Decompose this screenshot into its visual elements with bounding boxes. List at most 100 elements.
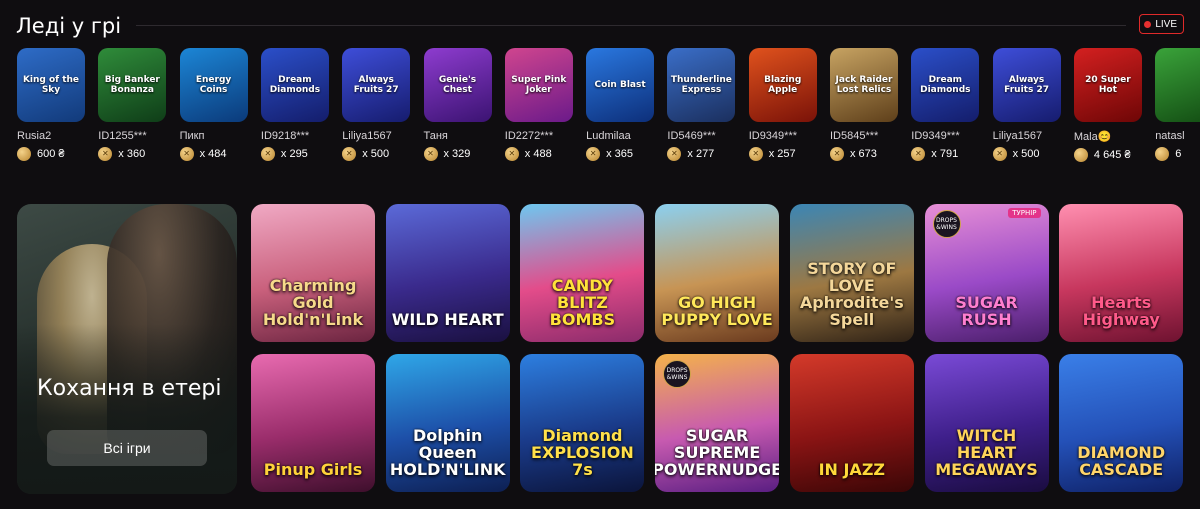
- winner-amount-row: x 277: [667, 147, 739, 161]
- winner-game-title: Big Banker Bonanza: [104, 75, 160, 95]
- game-card[interactable]: DROPS &WINS SUGAR SUPREME POWERNUDGE: [655, 354, 780, 492]
- section-header: Леді у грі LIVE: [16, 12, 1184, 40]
- winner-amount-row: x 484: [179, 147, 252, 161]
- section-title: Леді у грі: [16, 14, 122, 38]
- winner-game-title: Energy Coins: [195, 75, 232, 95]
- winner-username: natasl: [1155, 130, 1185, 142]
- winner-game-thumbnail[interactable]: Always Fruits 27: [992, 48, 1061, 122]
- coin-icon: [1073, 148, 1088, 162]
- promo-banner[interactable]: Кохання в етері Всі ігри: [17, 204, 237, 494]
- game-title: STORY OF LOVE Aphrodite's Spell: [799, 259, 904, 329]
- winner-amount-row: x 329: [423, 147, 496, 161]
- winner-game-thumbnail[interactable]: Jack Raider Lost Relics: [830, 48, 898, 122]
- game-card[interactable]: IN JAZZ: [789, 354, 914, 492]
- winner-game-thumbnail[interactable]: Always Fruits 27: [342, 48, 411, 122]
- winner-card[interactable]: Big Banker Bonanza ID1255*** x 360: [98, 48, 170, 161]
- game-card[interactable]: Diamond EXPLOSION 7s: [520, 354, 645, 492]
- game-title: CANDY BLITZ BOMBS: [549, 276, 616, 329]
- live-badge[interactable]: LIVE: [1139, 14, 1184, 34]
- game-card[interactable]: STORY OF LOVE Aphrodite's Spell: [789, 204, 914, 342]
- winner-game-thumbnail[interactable]: Dream Diamonds: [911, 48, 980, 122]
- coin-icon: [17, 147, 31, 161]
- winner-game-thumbnail[interactable]: Blazing Apple: [748, 48, 817, 122]
- winner-game-title: Coin Blast: [594, 80, 646, 90]
- winner-username: ID1255***: [98, 130, 147, 142]
- winner-amount: x 295: [280, 148, 308, 160]
- winner-username: Rusia2: [17, 130, 52, 142]
- game-card[interactable]: Dolphin Queen HOLD'N'LINK: [385, 354, 510, 492]
- game-card[interactable]: Pinup Girls: [251, 354, 375, 492]
- winner-game-title: Always Fruits 27: [1004, 75, 1049, 95]
- winner-amount-row: x 791: [911, 147, 983, 161]
- winner-card[interactable]: Always Fruits 27 Liliya1567 x 500: [342, 48, 414, 161]
- winner-card[interactable]: King of the Sky Rusia2 600 ₴: [17, 48, 89, 161]
- winner-card[interactable]: Genie's Chest Таня x 329: [423, 48, 496, 161]
- game-title: SUGAR SUPREME POWERNUDGE: [655, 426, 780, 479]
- game-title: GO HIGH PUPPY LOVE: [661, 293, 773, 329]
- winner-username: ID2272***: [504, 130, 554, 142]
- winner-game-title: Genie's Chest: [438, 75, 477, 95]
- winner-amount-row: x 257: [748, 147, 821, 161]
- winner-game-title: King of the Sky: [22, 75, 80, 95]
- promo-shade: [17, 324, 237, 494]
- winner-amount: x 360: [118, 148, 146, 160]
- game-card[interactable]: DIAMOND CASCADE: [1059, 354, 1184, 492]
- game-card[interactable]: WITCH HEART MEGAWAYS: [924, 354, 1049, 492]
- game-card[interactable]: GO HIGH PUPPY LOVE: [655, 204, 780, 342]
- drops-wins-badge-icon: DROPS &WINS: [663, 360, 692, 388]
- multiplier-coin-icon: [504, 147, 519, 161]
- winner-amount-row: x 360: [98, 147, 170, 161]
- winner-card[interactable]: Jack Raider Lost Relics ID5845*** x 673: [830, 48, 902, 161]
- all-games-button[interactable]: Всі ігри: [47, 430, 207, 466]
- winner-game-title: 20 Super Hot: [1085, 75, 1131, 95]
- coin-icon: [1155, 147, 1170, 161]
- game-card[interactable]: Charming Gold Hold'n'Link: [251, 204, 375, 342]
- winner-game-thumbnail[interactable]: King of the Sky: [17, 48, 85, 122]
- winner-game-thumbnail[interactable]: Genie's Chest: [423, 48, 492, 122]
- winner-card[interactable]: Always Fruits 27 Liliya1567 x 500: [992, 48, 1065, 161]
- winner-card[interactable]: 20 Super Hot Mala😊 4 645 ₴: [1073, 48, 1146, 162]
- winner-game-title: Super Pink Joker: [511, 75, 567, 95]
- winners-strip: King of the Sky Rusia2 600 ₴ Big Banker Bon…: [17, 48, 1200, 164]
- game-card[interactable]: CANDY BLITZ BOMBS: [520, 204, 645, 342]
- game-card[interactable]: DROPS &WINS ТУРНІР SUGAR RUSH: [924, 204, 1049, 342]
- winner-username: ID5845***: [830, 130, 879, 142]
- multiplier-coin-icon: [179, 147, 194, 161]
- winner-game-thumbnail[interactable]: Super Pink Joker: [504, 48, 573, 122]
- winner-game-thumbnail[interactable]: 20 Super Hot: [1073, 48, 1142, 122]
- winner-game-thumbnail[interactable]: Coin Blast: [586, 48, 655, 122]
- multiplier-coin-icon: [342, 147, 357, 161]
- game-title: Diamond EXPLOSION 7s: [531, 426, 634, 479]
- winner-amount: 600 ₴: [37, 148, 65, 160]
- promo-title: Кохання в етері: [37, 376, 222, 401]
- winner-game-thumbnail[interactable]: [1155, 48, 1200, 122]
- winner-game-thumbnail[interactable]: Thunderline Express: [667, 48, 736, 122]
- winner-card[interactable]: natasl 6: [1155, 48, 1200, 161]
- game-title: IN JAZZ: [818, 460, 886, 479]
- winner-card[interactable]: Coin Blast Ludmilaa x 365: [586, 48, 658, 161]
- game-card[interactable]: Hearts Highway: [1059, 204, 1184, 342]
- winner-username: Таня: [423, 130, 448, 142]
- winner-amount-row: x 295: [260, 147, 333, 161]
- winner-game-thumbnail[interactable]: Big Banker Bonanza: [98, 48, 167, 122]
- winner-amount: x 329: [443, 148, 471, 160]
- winner-card[interactable]: Blazing Apple ID9349*** x 257: [748, 48, 821, 161]
- winner-username: Liliya1567: [342, 130, 392, 142]
- winner-card[interactable]: Dream Diamonds ID9218*** x 295: [260, 48, 333, 161]
- winner-game-title: Blazing Apple: [764, 75, 802, 95]
- winner-card[interactable]: Super Pink Joker ID2272*** x 488: [504, 48, 577, 161]
- winner-game-thumbnail[interactable]: Energy Coins: [179, 48, 248, 122]
- multiplier-coin-icon: [830, 147, 844, 161]
- winner-game-title: Dream Diamonds: [920, 75, 971, 95]
- winner-card[interactable]: Energy Coins Пикп x 484: [179, 48, 252, 161]
- winner-amount-row: x 500: [992, 147, 1065, 161]
- winner-username: Ludmilaa: [586, 130, 631, 142]
- winner-amount: x 673: [850, 148, 877, 160]
- winner-card[interactable]: Thunderline Express ID5469*** x 277: [667, 48, 739, 161]
- game-card[interactable]: WILD HEART: [385, 204, 510, 342]
- game-title: SUGAR RUSH: [955, 293, 1018, 329]
- winner-game-title: Thunderline Express: [670, 75, 732, 95]
- winner-game-thumbnail[interactable]: Dream Diamonds: [260, 48, 329, 122]
- winner-card[interactable]: Dream Diamonds ID9349*** x 791: [911, 48, 983, 161]
- winner-username: ID9349***: [748, 130, 798, 142]
